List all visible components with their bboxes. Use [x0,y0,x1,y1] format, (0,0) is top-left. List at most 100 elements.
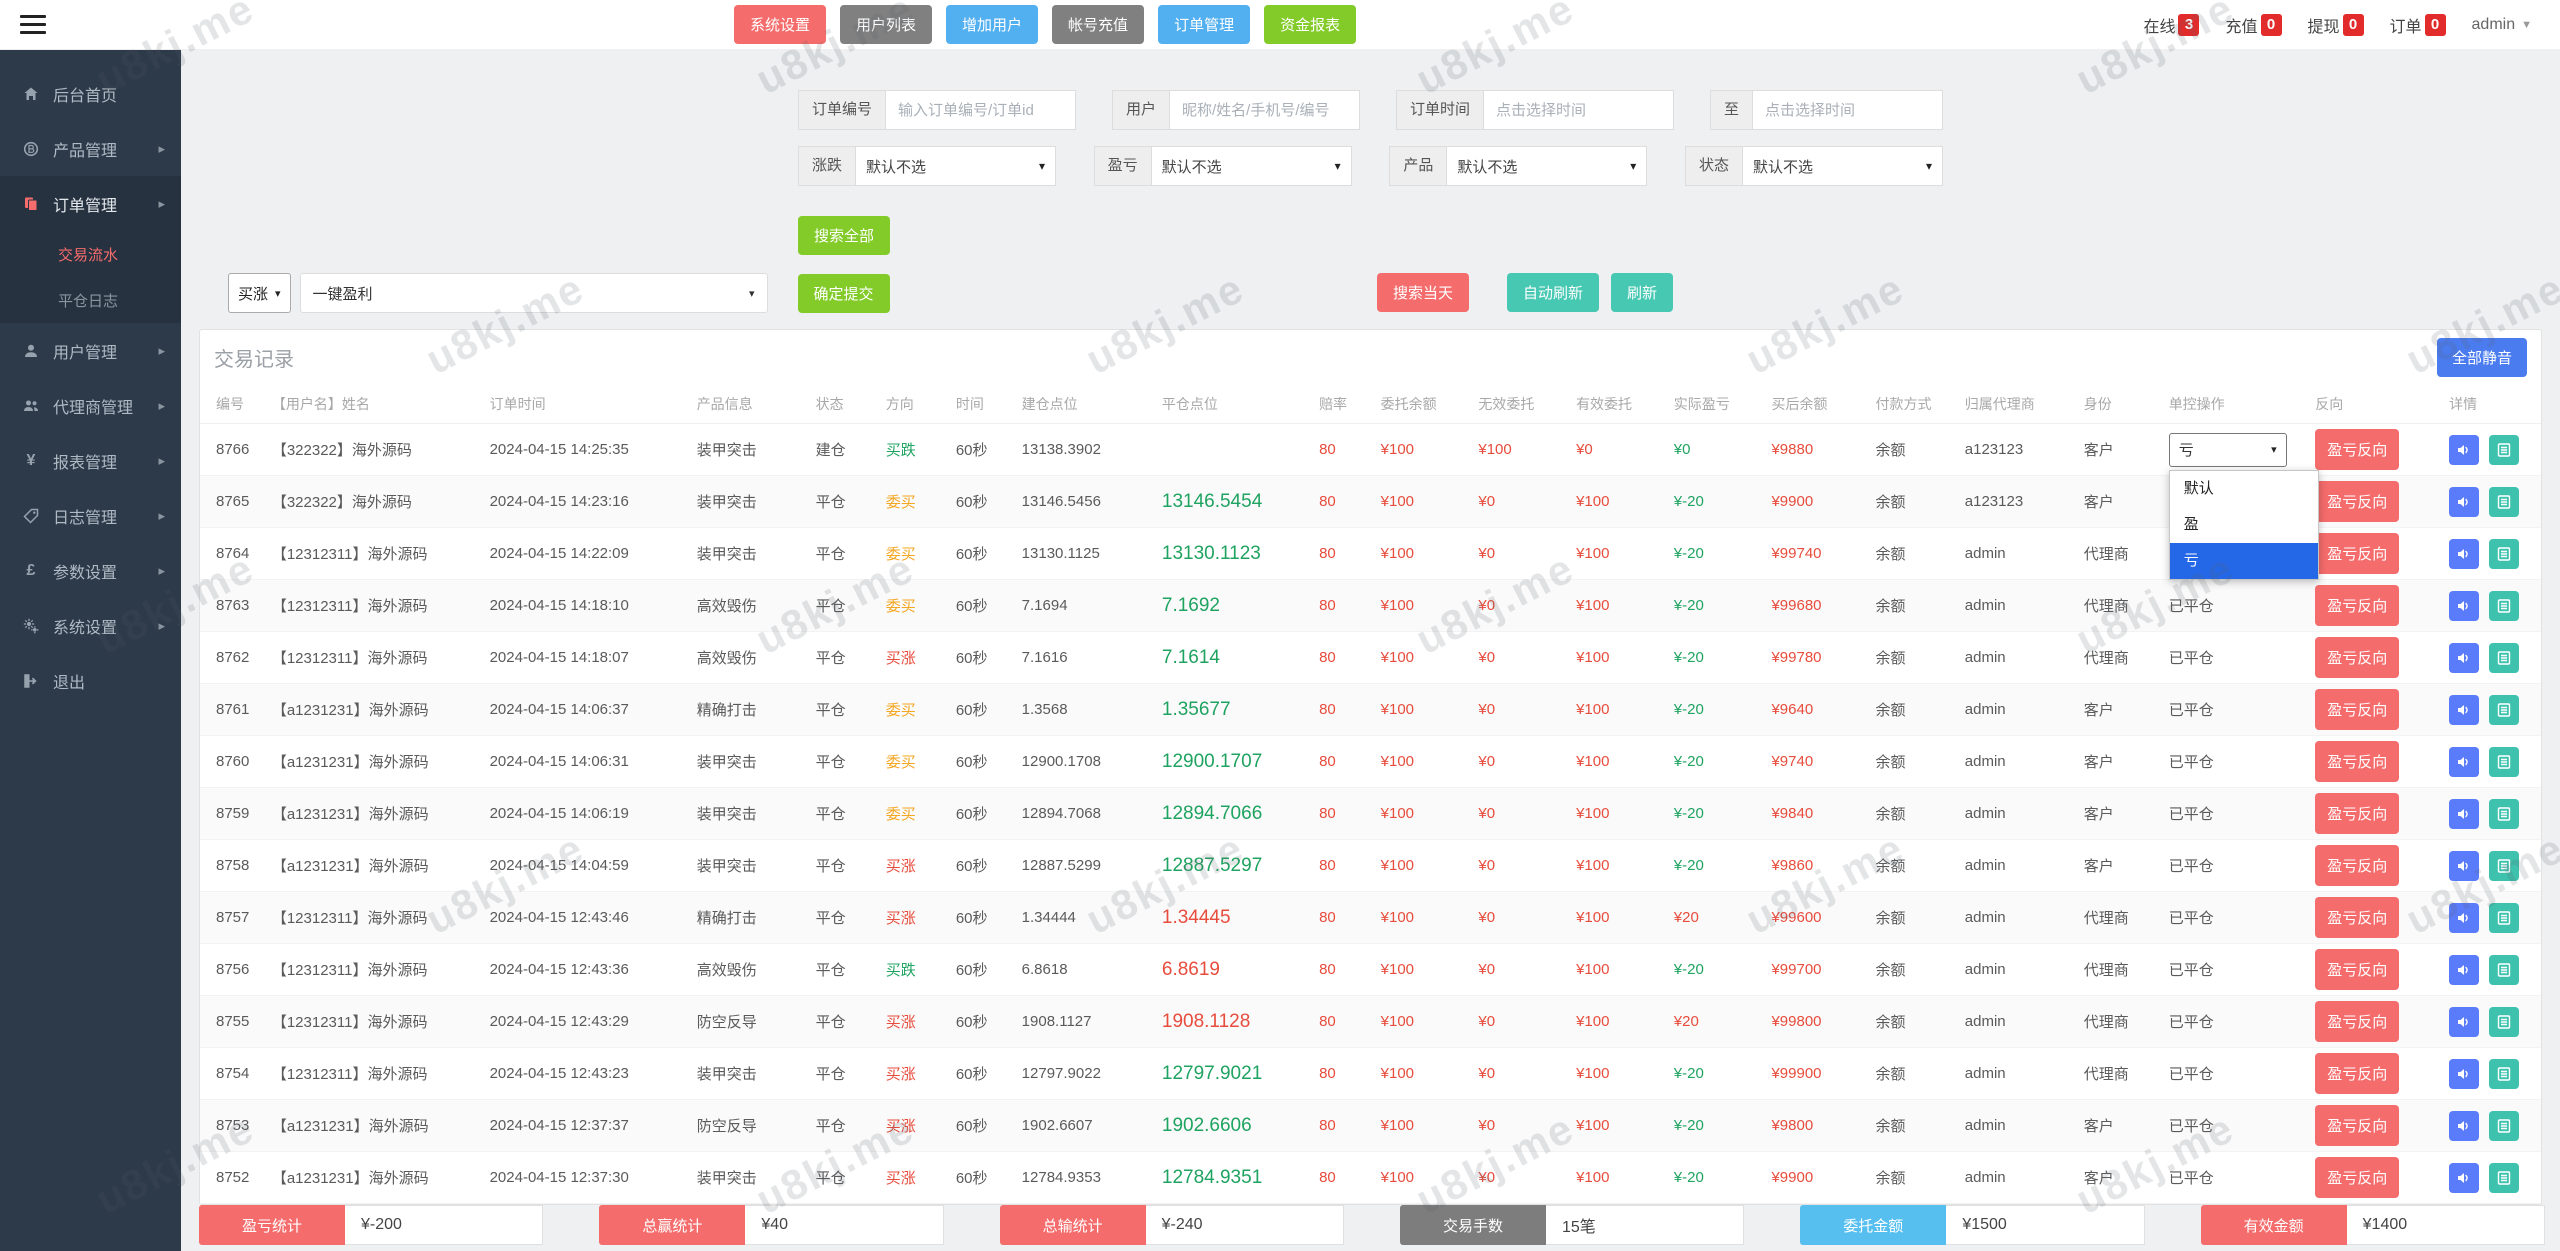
sound-icon-button[interactable] [2449,1006,2480,1037]
search-all-button[interactable]: 搜索全部 [798,216,891,255]
pnl-reverse-button[interactable]: 盈亏反向 [2315,429,2400,470]
pnl-reverse-button[interactable]: 盈亏反向 [2315,897,2400,938]
order-manage-button[interactable]: 订单管理 [1158,5,1251,44]
cell-reverse: 盈亏反向 [2309,631,2444,684]
pnl-reverse-button[interactable]: 盈亏反向 [2315,1053,2400,1094]
pnl-reverse-button[interactable]: 盈亏反向 [2315,1157,2400,1198]
dropdown-option[interactable]: 盈 [2170,507,2318,543]
cell-role: 代理商 [2077,1047,2163,1100]
single-control-select[interactable]: 亏 ▾ [2168,432,2287,467]
add-user-button[interactable]: 增加用户 [946,5,1039,44]
one-key-action-select[interactable]: 一键盈利 ▾ [299,273,768,313]
pnl-reverse-button[interactable]: 盈亏反向 [2315,793,2400,834]
submit-button[interactable]: 确定提交 [797,273,890,313]
refresh-button[interactable]: 刷新 [1611,273,1674,312]
sound-icon-button[interactable] [2449,1058,2480,1089]
menu-icon[interactable] [20,15,46,34]
cell-valid-entrust: ¥100 [1570,683,1668,736]
detail-list-icon-button[interactable] [2489,746,2520,777]
detail-list-icon-button[interactable] [2489,590,2520,621]
sound-icon-button[interactable] [2449,486,2480,517]
dropdown-option[interactable]: 亏 [2169,543,2318,579]
sidebar-item-reports[interactable]: ¥ 报表管理 ▸ [0,433,181,488]
pnl-reverse-button[interactable]: 盈亏反向 [2315,689,2400,730]
detail-list-icon-button[interactable] [2489,642,2520,673]
sound-icon-button[interactable] [2449,746,2480,777]
sound-icon-button[interactable] [2449,538,2480,569]
detail-list-icon-button[interactable] [2489,1058,2520,1089]
user-filter-input[interactable] [1170,90,1360,130]
sidebar-item-home[interactable]: 后台首页 [0,66,181,121]
sidebar-item-params[interactable]: £ 参数设置 ▸ [0,543,181,598]
cell-order-time: 2024-04-15 12:37:30 [483,1151,691,1204]
detail-list-icon-button[interactable] [2489,954,2520,985]
cell-order-id: 8758 [200,839,266,892]
cell-agent: admin [1958,1151,2078,1204]
pnl-reverse-button[interactable]: 盈亏反向 [2315,533,2400,574]
pnl-reverse-button[interactable]: 盈亏反向 [2315,481,2400,522]
system-settings-button[interactable]: 系统设置 [734,5,827,44]
direction-select[interactable]: 买涨 ▾ [228,273,291,313]
detail-list-icon-button[interactable] [2489,694,2520,725]
mute-all-button[interactable]: 全部静音 [2436,338,2527,377]
sidebar-item-logout[interactable]: 退出 [0,653,181,708]
detail-list-icon-button[interactable] [2489,850,2520,881]
dropdown-option[interactable]: 默认 [2170,471,2318,507]
pnl-reverse-button[interactable]: 盈亏反向 [2315,741,2400,782]
detail-list-icon-button[interactable] [2489,1110,2520,1141]
sound-icon-button[interactable] [2449,590,2480,621]
sound-icon-button[interactable] [2449,642,2480,673]
auto-refresh-button[interactable]: 自动刷新 [1507,273,1600,312]
pnl-reverse-button[interactable]: 盈亏反向 [2315,845,2400,886]
sound-icon-button[interactable] [2449,1110,2480,1141]
sound-icon-button[interactable] [2449,954,2480,985]
search-today-button[interactable]: 搜索当天 [1377,273,1470,312]
time-from-input[interactable] [1483,90,1674,130]
product-select[interactable]: 默认不选 ▾ [1447,146,1648,186]
order-no-input[interactable] [886,90,1077,130]
sidebar-item-agents[interactable]: 代理商管理 ▸ [0,378,181,433]
pnl-reverse-button[interactable]: 盈亏反向 [2315,585,2400,626]
status-select[interactable]: 默认不选 ▾ [1742,146,1943,186]
detail-list-icon-button[interactable] [2489,1162,2520,1193]
online-counter[interactable]: 在线 3 [2143,13,2200,37]
pnl-reverse-button[interactable]: 盈亏反向 [2315,1105,2400,1146]
pnl-select[interactable]: 默认不选 ▾ [1151,146,1352,186]
sidebar-item-products[interactable]: 产品管理 ▸ [0,121,181,176]
pnl-reverse-button[interactable]: 盈亏反向 [2315,949,2400,990]
sound-icon-button[interactable] [2449,850,2480,881]
sound-icon-button[interactable] [2449,902,2480,933]
sound-icon-button[interactable] [2449,1162,2480,1193]
sound-icon-button[interactable] [2449,434,2480,465]
closed-status-text: 已平仓 [2168,754,2214,771]
recharge-counter[interactable]: 充值 0 [2225,13,2282,37]
sound-icon-button[interactable] [2449,694,2480,725]
sidebar: 后台首页 产品管理 ▸ 订单管理 ▸ 交易流水 平仓日志 用户管理 ▸ 代理商管… [0,50,181,1251]
cell-direction: 委买 [879,735,950,788]
sound-icon-button[interactable] [2449,798,2480,829]
user-list-button[interactable]: 用户列表 [840,5,933,44]
detail-list-icon-button[interactable] [2489,798,2520,829]
sidebar-item-orders[interactable]: 订单管理 ▸ [0,176,181,231]
updown-select[interactable]: 默认不选 ▾ [856,146,1057,186]
sidebar-item-system[interactable]: 系统设置 ▸ [0,598,181,653]
cell-pay-method: 余额 [1869,943,1959,996]
withdraw-counter[interactable]: 提现 0 [2308,13,2364,37]
order-counter[interactable]: 订单 0 [2390,13,2446,37]
sidebar-item-close-log[interactable]: 平仓日志 [0,277,181,323]
cell-role: 客户 [2077,475,2163,528]
sidebar-item-logs[interactable]: 日志管理 ▸ [0,488,181,543]
detail-list-icon-button[interactable] [2489,434,2520,465]
pnl-reverse-button[interactable]: 盈亏反向 [2315,637,2400,678]
detail-list-icon-button[interactable] [2489,902,2520,933]
time-to-input[interactable] [1752,90,1943,130]
detail-list-icon-button[interactable] [2489,1006,2520,1037]
pnl-reverse-button[interactable]: 盈亏反向 [2315,1001,2400,1042]
fund-report-button[interactable]: 资金报表 [1264,5,1357,44]
sidebar-item-users[interactable]: 用户管理 ▸ [0,323,181,378]
sidebar-item-trade-flow[interactable]: 交易流水 [0,231,181,277]
detail-list-icon-button[interactable] [2489,486,2520,517]
user-menu[interactable]: admin ▼ [2472,16,2532,34]
detail-list-icon-button[interactable] [2489,538,2520,569]
account-recharge-button[interactable]: 帐号充值 [1052,5,1145,44]
